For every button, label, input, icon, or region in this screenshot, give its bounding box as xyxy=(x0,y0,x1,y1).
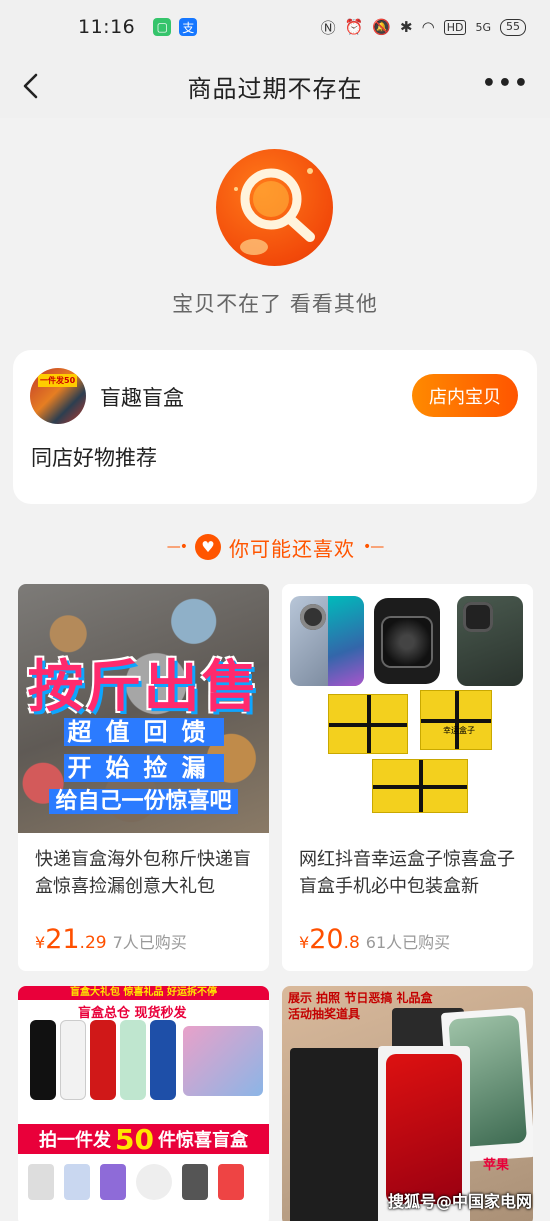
price-decimal: .8 xyxy=(343,933,360,953)
promo-number: 50 xyxy=(115,1122,154,1156)
box-label: 幸运盒子 xyxy=(443,726,475,735)
magnifier-icon xyxy=(234,168,315,255)
hd-icon: HD xyxy=(443,19,467,35)
product-title[interactable]: 网红抖音幸运盒子惊喜盒子盲盒手机必中包装盒新 xyxy=(299,846,521,900)
promo-bar: 拍一件发 50 件惊喜盲盒 xyxy=(18,1122,269,1156)
price-symbol: ¥ xyxy=(35,933,46,952)
product-card[interactable]: 幸运盒子 网红抖音幸运盒子惊喜盒子盲盒手机必中包装盒新 ¥ 20 .8 61人已… xyxy=(282,584,533,971)
shop-items-button[interactable]: 店内宝贝 xyxy=(412,374,518,417)
bluetooth-icon: ✱ xyxy=(400,18,413,36)
back-arrow-icon[interactable] xyxy=(18,70,46,102)
shop-card[interactable]: 一件发50 盲趣盲盒 店内宝贝 同店好物推荐 xyxy=(13,350,537,504)
empty-message: 宝贝不在了 看看其他 xyxy=(172,292,378,316)
image-strip: 盲盒大礼包 惊喜礼品 好运拆不停 xyxy=(18,986,269,1000)
alipay-icon: 支 xyxy=(179,18,198,36)
sold-count: 61人已购买 xyxy=(365,933,451,952)
wifi-icon: ◠ xyxy=(421,18,435,36)
tablet-image xyxy=(183,1026,263,1096)
mute-icon: 🔕 xyxy=(372,18,392,36)
promo-text: 拍一件发 xyxy=(39,1130,112,1151)
phone-image xyxy=(150,1020,176,1100)
product-image[interactable]: 展示 拍照 节日恶搞 礼品盒 活动抽奖道具 苹果 xyxy=(282,986,533,1221)
avatar-tag: 一件发50 xyxy=(38,374,78,387)
shop-avatar[interactable]: 一件发50 xyxy=(30,368,86,424)
heart-icon: ♥ xyxy=(195,534,221,560)
alarm-icon: ⏰ xyxy=(344,18,364,36)
product-card[interactable]: 盲盒大礼包 惊喜礼品 好运拆不停 盲盒总仓 现货秒发 拍一件发 50 件惊喜盲盒 xyxy=(18,986,269,1221)
page-title: 商品过期不存在 xyxy=(187,74,363,103)
status-time: 11:16 xyxy=(78,16,136,38)
status-bar: 11:16 ▢ 支 Ⓝ ⏰ 🔕 ✱ ◠ HD 5G 55 xyxy=(0,0,550,54)
status-indicators: Ⓝ ⏰ 🔕 ✱ ◠ HD 5G 55 xyxy=(321,17,526,38)
image-line: 超值回馈 xyxy=(18,712,269,747)
product-card[interactable]: 按斤出售 超值回馈 开始捡漏 给自己一份惊喜吧 快递盲盒海外包称斤快递盲盒惊喜捡… xyxy=(18,584,269,971)
status-app-icons: ▢ 支 xyxy=(153,18,198,36)
shop-recommend-label: 同店好物推荐 xyxy=(31,446,157,470)
section-title-text: 你可能还喜欢 xyxy=(229,536,355,561)
price-decimal: .29 xyxy=(79,933,107,953)
phone-image xyxy=(60,1020,86,1100)
price-symbol: ¥ xyxy=(299,933,310,952)
nav-bar: 商品过期不存在 ••• xyxy=(0,54,550,118)
image-line: 开始捡漏 xyxy=(18,748,269,783)
phone-image xyxy=(30,1020,56,1100)
right-decoration: •— xyxy=(363,539,384,555)
product-card[interactable]: 展示 拍照 节日恶搞 礼品盒 活动抽奖道具 苹果 xyxy=(282,986,533,1221)
phone-image xyxy=(457,596,523,686)
price-row: ¥ 21 .29 7人已购买 xyxy=(35,924,187,955)
promo-text: 件惊喜盲盒 xyxy=(157,1130,248,1151)
phone-image xyxy=(120,1020,146,1100)
green-app-icon: ▢ xyxy=(153,18,172,36)
image-headline: 按斤出售 xyxy=(27,655,260,720)
watermark: 搜狐号@中国家电网 xyxy=(387,1192,532,1211)
brand-label: 苹果 xyxy=(482,1158,509,1173)
left-decoration: —• xyxy=(166,539,188,555)
price-integer: 21 xyxy=(45,924,80,955)
phone-image xyxy=(90,1020,116,1100)
sold-count: 7人已购买 xyxy=(112,933,187,952)
signal-icon: 5G xyxy=(475,20,491,34)
nfc-icon: Ⓝ xyxy=(320,18,336,37)
price-integer: 20 xyxy=(309,924,344,955)
more-icon[interactable]: ••• xyxy=(482,73,530,95)
gift-box: 幸运盒子 xyxy=(420,690,492,750)
product-title[interactable]: 快递盲盒海外包称斤快递盲盒惊喜捡漏创意大礼包 xyxy=(35,846,257,900)
price-row: ¥ 20 .8 61人已购买 xyxy=(299,924,450,955)
small-products-row xyxy=(28,1164,258,1204)
product-image[interactable]: 盲盒大礼包 惊喜礼品 好运拆不停 盲盒总仓 现货秒发 拍一件发 50 件惊喜盲盒 xyxy=(18,986,269,1221)
watch-image xyxy=(374,598,440,684)
recommend-section-title: —• ♥ 你可能还喜欢 •— xyxy=(0,532,550,562)
product-image[interactable]: 幸运盒子 xyxy=(282,584,533,833)
battery-icon: 55 xyxy=(500,18,526,36)
image-line: 给自己一份惊喜吧 xyxy=(18,783,269,815)
image-subline: 盲盒总仓 现货秒发 xyxy=(78,1006,187,1021)
magnifier-empty-icon xyxy=(216,149,333,266)
product-image[interactable]: 按斤出售 超值回馈 开始捡漏 给自己一份惊喜吧 xyxy=(18,584,269,833)
shop-name[interactable]: 盲趣盲盒 xyxy=(100,382,184,412)
gift-box xyxy=(328,694,408,754)
gift-box xyxy=(372,759,468,813)
phone-image xyxy=(290,596,364,686)
